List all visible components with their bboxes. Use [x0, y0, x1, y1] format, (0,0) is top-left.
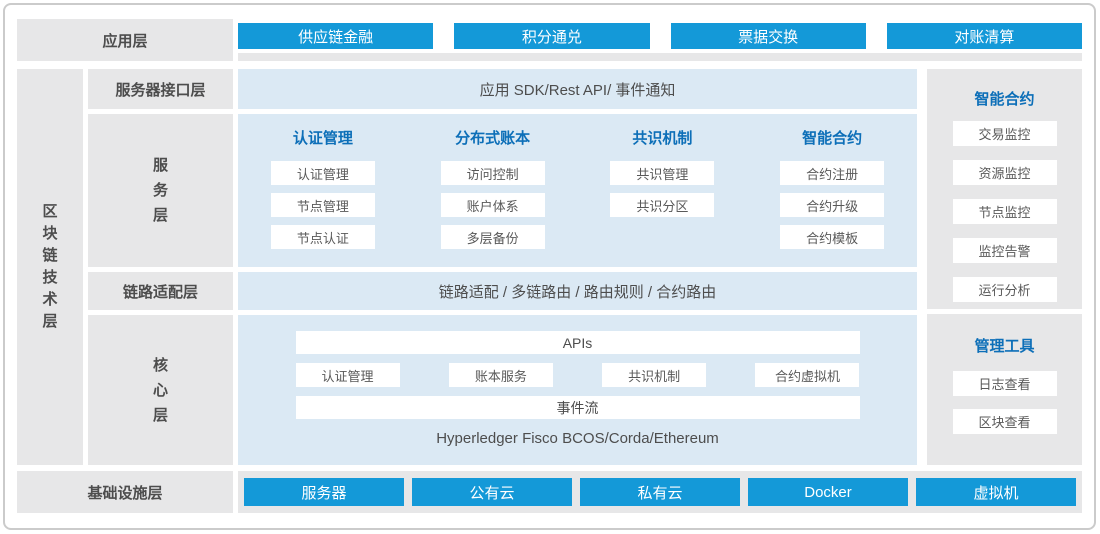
service-item-box: 合约注册: [780, 161, 884, 185]
service-column-header: 智能合约: [802, 127, 862, 148]
core-module-box: 共识机制: [602, 363, 706, 387]
infra-layer-button: 虚拟机: [916, 478, 1076, 506]
service-layer-column: 分布式账本访问控制账户体系多层备份: [408, 127, 578, 267]
application-layer-button-area: 供应链金融积分通兑票据交换对账清算: [238, 19, 1082, 61]
core-module-box: 账本服务: [449, 363, 553, 387]
blockchain-architecture-diagram: 应用层 供应链金融积分通兑票据交换对账清算 区块链技术层 服务器接口层 服务层 …: [3, 3, 1096, 530]
app-layer-button: 供应链金融: [238, 23, 433, 49]
core-layer-labelbox: 核心层: [88, 315, 233, 465]
link-adapter-layer-label: 链路适配层: [88, 272, 233, 310]
infra-layer-button: Docker: [748, 478, 908, 506]
right-panel-item-box: 节点监控: [953, 199, 1057, 224]
service-item-box: 合约模板: [780, 225, 884, 249]
application-layer-row: 应用层 供应链金融积分通兑票据交换对账清算: [17, 19, 1082, 61]
right-panel-item-box: 区块查看: [953, 409, 1057, 434]
service-interface-layer-content: 应用 SDK/Rest API/ 事件通知: [238, 69, 917, 109]
right-panel-items: 日志查看区块查看: [953, 371, 1057, 434]
gray-accent-bar: [238, 53, 1082, 61]
right-panel-item-box: 资源监控: [953, 160, 1057, 185]
core-modules-row: 认证管理 账本服务 共识机制 合约虚拟机: [296, 363, 860, 387]
core-layer-content: APIs 认证管理 账本服务 共识机制 合约虚拟机 事件流 Hyperledger F…: [296, 331, 860, 447]
service-item-box: 共识分区: [610, 193, 714, 217]
link-adapter-layer-content: 链路适配 / 多链路由 / 路由规则 / 合约路由: [238, 272, 917, 310]
infra-layer-button: 公有云: [412, 478, 572, 506]
right-panel: 管理工具日志查看区块查看: [927, 314, 1082, 465]
application-layer-buttons: 供应链金融积分通兑票据交换对账清算: [238, 23, 1082, 49]
service-layer-column: 共识机制共识管理共识分区: [578, 127, 748, 267]
app-layer-button: 对账清算: [887, 23, 1082, 49]
application-layer-label: 应用层: [17, 19, 233, 61]
apis-bar: APIs: [296, 331, 860, 354]
right-panel-items: 交易监控资源监控节点监控监控告警运行分析: [953, 121, 1057, 302]
infra-layer-button: 私有云: [580, 478, 740, 506]
app-layer-button: 积分通兑: [454, 23, 649, 49]
right-panel: 智能合约交易监控资源监控节点监控监控告警运行分析: [927, 69, 1082, 309]
core-module-box: 合约虚拟机: [755, 363, 859, 387]
service-column-header: 认证管理: [293, 127, 353, 148]
right-panel-header: 智能合约: [974, 88, 1034, 109]
right-side-panels: 智能合约交易监控资源监控节点监控监控告警运行分析管理工具日志查看区块查看: [927, 69, 1082, 465]
service-item-box: 多层备份: [441, 225, 545, 249]
service-item-box: 节点管理: [271, 193, 375, 217]
infrastructure-layer-buttons: 服务器公有云私有云 Docker 虚拟机: [238, 471, 1082, 513]
service-layer-panel: 认证管理认证管理节点管理节点认证分布式账本访问控制账户体系多层备份共识机制共识管…: [238, 114, 917, 267]
right-panel-item-box: 日志查看: [953, 371, 1057, 396]
service-item-box: 合约升级: [780, 193, 884, 217]
sublayer-content-column: 应用 SDK/Rest API/ 事件通知 认证管理认证管理节点管理节点认证分布…: [238, 69, 917, 465]
core-layer-panel: APIs 认证管理 账本服务 共识机制 合约虚拟机 事件流 Hyperledger F…: [238, 315, 917, 465]
service-item-box: 账户体系: [441, 193, 545, 217]
core-layer-label: 核心层: [152, 353, 169, 428]
service-column-header: 共识机制: [632, 127, 692, 148]
service-item-box: 访问控制: [441, 161, 545, 185]
right-panel-header: 管理工具: [974, 335, 1034, 356]
service-interface-layer-label: 服务器接口层: [88, 69, 233, 109]
core-module-box: 认证管理: [296, 363, 400, 387]
blockchain-tech-layer-labelbox: 区块链技术层: [17, 69, 83, 465]
sublayer-label-column: 服务器接口层 服务层 链路适配层 核心层: [88, 69, 233, 465]
blockchain-tech-layer-row: 区块链技术层 服务器接口层 服务层 链路适配层 核心层 应用 SDK/Rest …: [17, 69, 1082, 465]
infra-layer-button: 服务器: [244, 478, 404, 506]
right-panel-item-box: 交易监控: [953, 121, 1057, 146]
right-panel-item-box: 监控告警: [953, 238, 1057, 263]
service-item-box: 认证管理: [271, 161, 375, 185]
service-layer-columns: 认证管理认证管理节点管理节点认证分布式账本访问控制账户体系多层备份共识机制共识管…: [238, 114, 917, 267]
service-layer-column: 认证管理认证管理节点管理节点认证: [238, 127, 408, 267]
service-layer-labelbox: 服务层: [88, 114, 233, 267]
service-column-header: 分布式账本: [455, 127, 530, 148]
event-stream-bar: 事件流: [296, 396, 860, 419]
service-item-box: 节点认证: [271, 225, 375, 249]
blockchain-tech-layer-label: 区块链技术层: [42, 201, 59, 333]
right-panel-item-box: 运行分析: [953, 277, 1057, 302]
app-layer-button: 票据交换: [671, 23, 866, 49]
infrastructure-layer-label: 基础设施层: [17, 471, 233, 513]
service-layer-label: 服务层: [152, 153, 169, 228]
platforms-text: Hyperledger Fisco BCOS/Corda/Ethereum: [296, 430, 860, 447]
infrastructure-layer-row: 基础设施层 服务器公有云私有云 Docker 虚拟机: [17, 471, 1082, 513]
service-layer-column: 智能合约合约注册合约升级合约模板: [747, 127, 917, 267]
service-item-box: 共识管理: [610, 161, 714, 185]
